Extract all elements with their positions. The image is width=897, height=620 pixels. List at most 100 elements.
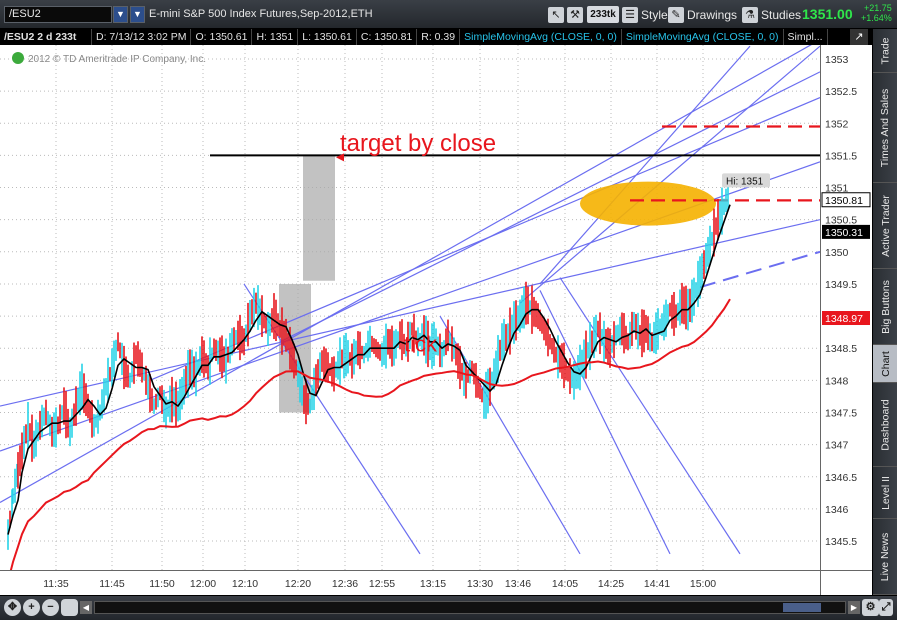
annotation-tick-text: tick bbox=[404, 331, 438, 356]
y-tick-label: 1350 bbox=[825, 247, 849, 259]
tab-active-label: Active Trader bbox=[879, 194, 892, 257]
trend-line bbox=[0, 45, 812, 503]
tab-trade[interactable]: Trade bbox=[873, 29, 897, 73]
symbol-input[interactable]: /ESU2 bbox=[4, 6, 112, 23]
change-pct: +1.64% bbox=[861, 13, 892, 23]
tab-dashboard[interactable]: Dashboard bbox=[873, 383, 897, 467]
side-tab-bar: Trade Times And Sales Active Trader Big … bbox=[872, 29, 897, 595]
detach-icon[interactable]: ⤢ bbox=[879, 599, 893, 616]
x-tick-label: 14:41 bbox=[644, 578, 670, 590]
shade-box-upper bbox=[303, 155, 335, 281]
tab-trade-label: Trade bbox=[879, 36, 892, 65]
style-label: Style bbox=[641, 7, 668, 22]
drawings-button[interactable]: ✎ Drawings bbox=[668, 5, 737, 24]
x-tick-label: 13:46 bbox=[505, 578, 531, 590]
y-tick-label: 1346.5 bbox=[825, 472, 857, 484]
sma-fast-line bbox=[7, 204, 731, 535]
y-tick-label: 1353 bbox=[825, 54, 849, 66]
scroll-right-icon[interactable]: ▶ bbox=[848, 601, 860, 614]
axis-corner bbox=[820, 570, 872, 595]
y-tick-label: 1345.5 bbox=[825, 536, 857, 548]
settings-icon[interactable]: ⚙ bbox=[862, 599, 879, 616]
zoom-in-icon[interactable]: + bbox=[23, 599, 40, 616]
info-study-1[interactable]: SimpleMovingAvg (CLOSE, 0, 0) bbox=[460, 29, 622, 45]
annotation-arrow-icon: ◂ bbox=[336, 148, 344, 165]
x-tick-label: 11:45 bbox=[99, 578, 125, 590]
instrument-description: E-mini S&P 500 Index Futures,Sep-2012,ET… bbox=[149, 8, 373, 20]
target-ellipse bbox=[580, 181, 716, 226]
symbol-dropdown-icon[interactable]: ▼ bbox=[113, 6, 128, 23]
tab-active-trader[interactable]: Active Trader bbox=[873, 183, 897, 269]
y-tick-label: 1352 bbox=[825, 118, 849, 130]
info-open: O: 1350.61 bbox=[191, 29, 253, 45]
tab-times-label: Times And Sales bbox=[879, 88, 892, 167]
price-axis[interactable]: 1353 1352.5 1352 1351.5 1351 1350.5 1350 1349.5… bbox=[820, 45, 872, 570]
last-price: 1351.00 bbox=[802, 6, 853, 22]
tab-live-news[interactable]: Live News bbox=[873, 519, 897, 595]
scrollbar-thumb[interactable] bbox=[783, 603, 821, 612]
expand-icon[interactable]: ↗ bbox=[850, 29, 868, 45]
info-low: L: 1350.61 bbox=[298, 29, 357, 45]
price-chart-svg[interactable]: target by close◂ tick 2012 © TD Ameritrade… bbox=[0, 45, 820, 570]
time-scrollbar[interactable] bbox=[94, 601, 846, 614]
info-study-2[interactable]: SimpleMovingAvg (CLOSE, 0, 0) bbox=[622, 29, 784, 45]
x-tick-label: 12:36 bbox=[332, 578, 358, 590]
x-tick-label: 14:05 bbox=[552, 578, 578, 590]
tab-times-and-sales[interactable]: Times And Sales bbox=[873, 73, 897, 183]
scroll-left-icon[interactable]: ◀ bbox=[80, 601, 92, 614]
tab-big-buttons[interactable]: Big Buttons bbox=[873, 269, 897, 345]
pan-icon[interactable]: ✥ bbox=[4, 599, 21, 616]
tool-icon-group: ↖ ⚒ bbox=[548, 5, 583, 24]
bottom-toolbar: ✥ + − ◀ ▶ ⚙ ⤢ bbox=[0, 595, 897, 620]
chart-info-icon bbox=[12, 52, 24, 64]
info-range: R: 0.39 bbox=[417, 29, 461, 45]
tab-news-label: Live News bbox=[879, 532, 892, 581]
y-tick-label: 1347.5 bbox=[825, 407, 857, 419]
x-tick-label: 11:50 bbox=[149, 578, 175, 590]
studies-button[interactable]: ⚗ Studies bbox=[742, 5, 801, 24]
top-toolbar: /ESU2 ▼ ▼ E-mini S&P 500 Index Futures,S… bbox=[0, 0, 897, 29]
wrench-icon[interactable]: ⚒ bbox=[567, 6, 583, 23]
time-axis-svg: 11:35 11:45 11:50 12:00 12:10 12:20 12:36 12:55… bbox=[43, 578, 716, 590]
price-axis-svg: 13531352.513521351.513511350.513501349.5… bbox=[821, 54, 871, 548]
y-tick-label: 1350.5 bbox=[825, 215, 857, 227]
y-tick-label: 1346 bbox=[825, 504, 849, 516]
change-abs: +21.75 bbox=[864, 3, 892, 13]
chart-info-bar: /ESU2 2 d 233t D: 7/13/12 3:02 PM O: 135… bbox=[0, 29, 872, 45]
y-tick-label: 1348 bbox=[825, 375, 849, 387]
time-axis[interactable]: 11:35 11:45 11:50 12:00 12:10 12:20 12:36 12:55… bbox=[0, 570, 820, 595]
aggregation-selector[interactable]: 233tk bbox=[587, 6, 619, 23]
x-tick-label: 12:55 bbox=[369, 578, 395, 590]
price-change: +21.75 +1.64% bbox=[861, 3, 892, 23]
price-tag-sma-fast: 1350.31 bbox=[825, 227, 863, 239]
style-icon: ☰ bbox=[622, 6, 638, 23]
x-tick-label: 14:25 bbox=[598, 578, 624, 590]
tab-level-label: Level II bbox=[879, 475, 892, 510]
zoom-out-icon[interactable]: − bbox=[42, 599, 59, 616]
y-tick-label: 1347 bbox=[825, 440, 849, 452]
chart-area[interactable]: target by close ◂ tick 2012 © TD Ameritrade… bbox=[0, 45, 872, 595]
tab-chart[interactable]: Chart bbox=[873, 345, 897, 383]
trend-line bbox=[0, 219, 820, 407]
info-symbol-period: /ESU2 2 d 233t bbox=[0, 29, 92, 45]
trend-line-dashed bbox=[699, 250, 820, 289]
y-tick-label: 1351.5 bbox=[825, 150, 857, 162]
description-dropdown-icon[interactable]: ▼ bbox=[130, 6, 145, 23]
zoom-reset-icon[interactable] bbox=[61, 599, 78, 616]
style-button[interactable]: ☰ Style bbox=[622, 5, 668, 24]
info-date: D: 7/13/12 3:02 PM bbox=[92, 29, 192, 45]
x-tick-label: 15:00 bbox=[690, 578, 716, 590]
y-tick-label: 1352.5 bbox=[825, 86, 857, 98]
x-tick-label: 12:10 bbox=[232, 578, 258, 590]
info-study-3[interactable]: Simpl... bbox=[784, 29, 828, 45]
tab-big-label: Big Buttons bbox=[879, 279, 892, 334]
x-tick-label: 13:30 bbox=[467, 578, 493, 590]
x-tick-label: 12:00 bbox=[190, 578, 216, 590]
trend-line bbox=[539, 45, 751, 285]
price-plot[interactable]: target by close ◂ tick 2012 © TD Ameritrade… bbox=[0, 45, 820, 570]
trend-line bbox=[279, 71, 820, 343]
pointer-icon[interactable]: ↖ bbox=[548, 6, 564, 23]
tab-chart-label: Chart bbox=[879, 350, 892, 377]
tab-level-ii[interactable]: Level II bbox=[873, 467, 897, 519]
x-tick-label: 13:15 bbox=[420, 578, 446, 590]
